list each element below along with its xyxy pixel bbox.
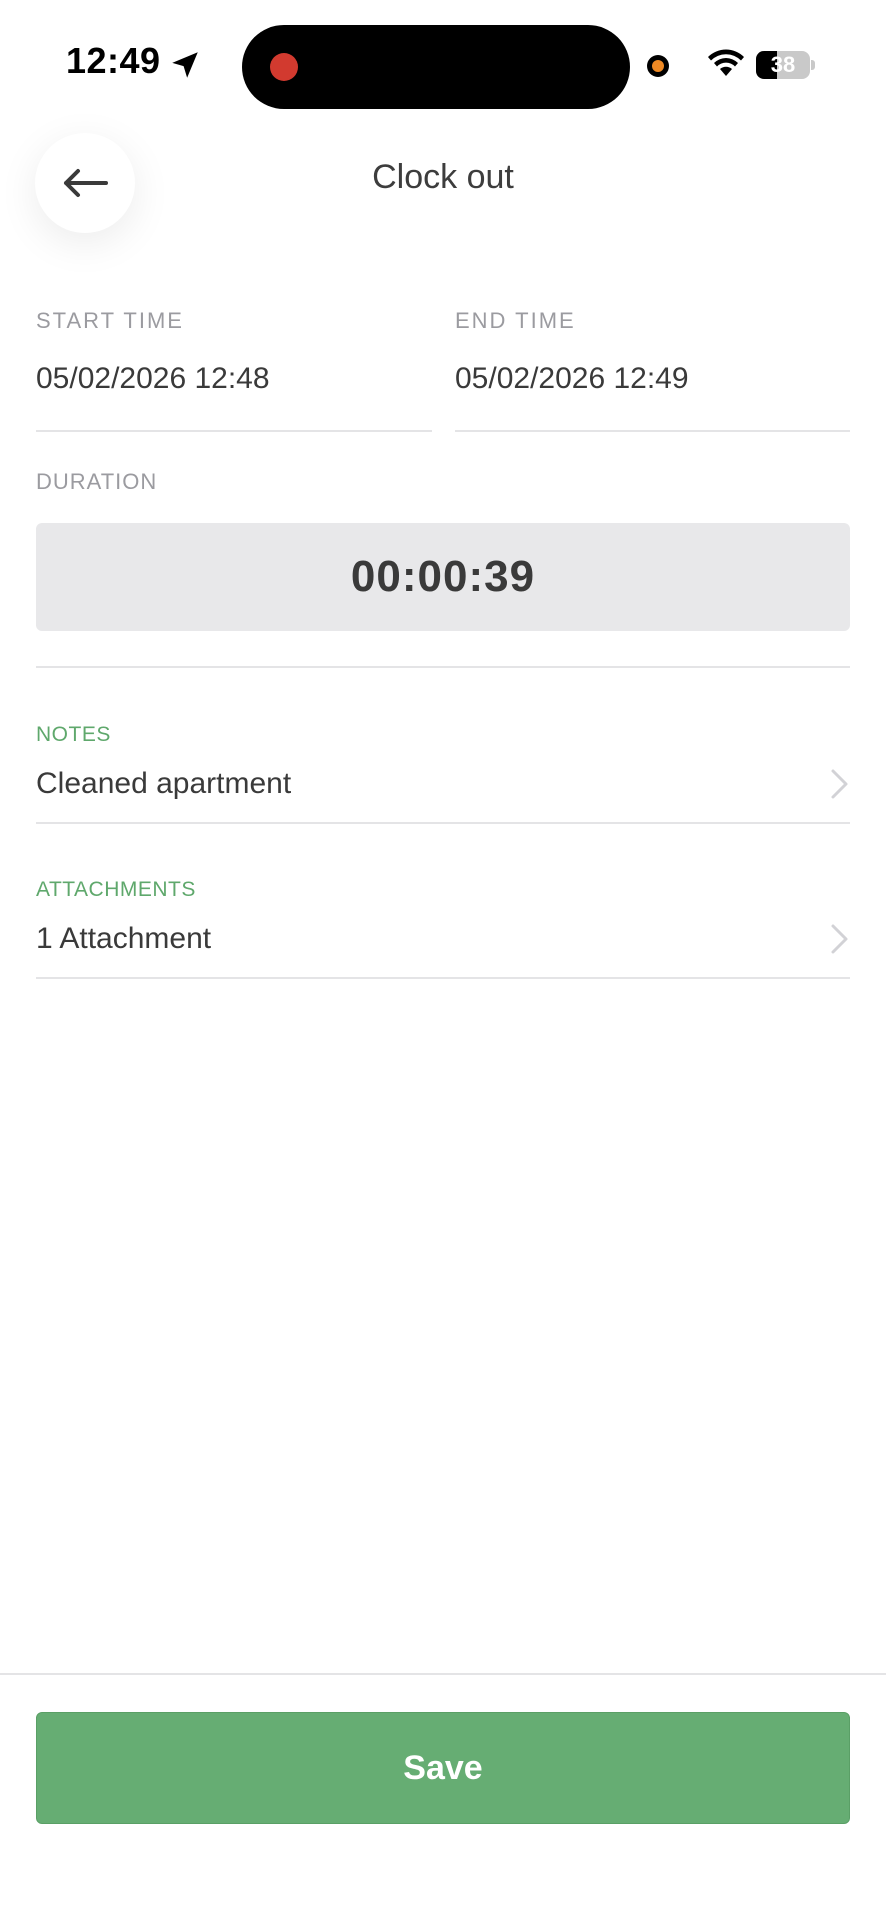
attachments-value: 1 Attachment: [36, 922, 212, 955]
start-time-underline: [36, 430, 432, 432]
location-arrow-icon: [172, 52, 198, 78]
mic-indicator-icon: [647, 55, 669, 77]
start-time-field[interactable]: 05/02/2026 12:48: [36, 362, 270, 396]
notes-value: Cleaned apartment: [36, 767, 292, 800]
attachments-divider: [36, 977, 850, 979]
chevron-right-icon: [831, 769, 848, 799]
status-time: 12:49: [66, 40, 161, 81]
dynamic-island: [242, 25, 630, 109]
chevron-right-icon: [831, 924, 848, 954]
duration-label: DURATION: [36, 469, 158, 494]
notes-label: NOTES: [36, 723, 111, 746]
notes-divider: [36, 822, 850, 824]
attachments-row[interactable]: ATTACHMENTS 1 Attachment: [36, 860, 850, 980]
page-title: Clock out: [372, 158, 514, 196]
wifi-icon: [708, 49, 744, 76]
battery-level: 38: [770, 52, 796, 77]
start-time-label: START TIME: [36, 308, 184, 333]
battery-icon: 38: [756, 51, 810, 79]
end-time-field[interactable]: 05/02/2026 12:49: [455, 362, 689, 396]
save-button[interactable]: Save: [36, 1712, 850, 1824]
end-time-label: END TIME: [455, 308, 576, 333]
duration-display: 00:00:39: [36, 523, 850, 631]
recording-dot-icon: [270, 53, 298, 81]
notes-row[interactable]: NOTES Cleaned apartment: [36, 705, 850, 825]
battery-tip: [811, 60, 815, 70]
end-time-underline: [455, 430, 850, 432]
bottom-bar-divider: [0, 1673, 886, 1675]
attachments-label: ATTACHMENTS: [36, 878, 196, 901]
duration-divider: [36, 666, 850, 668]
